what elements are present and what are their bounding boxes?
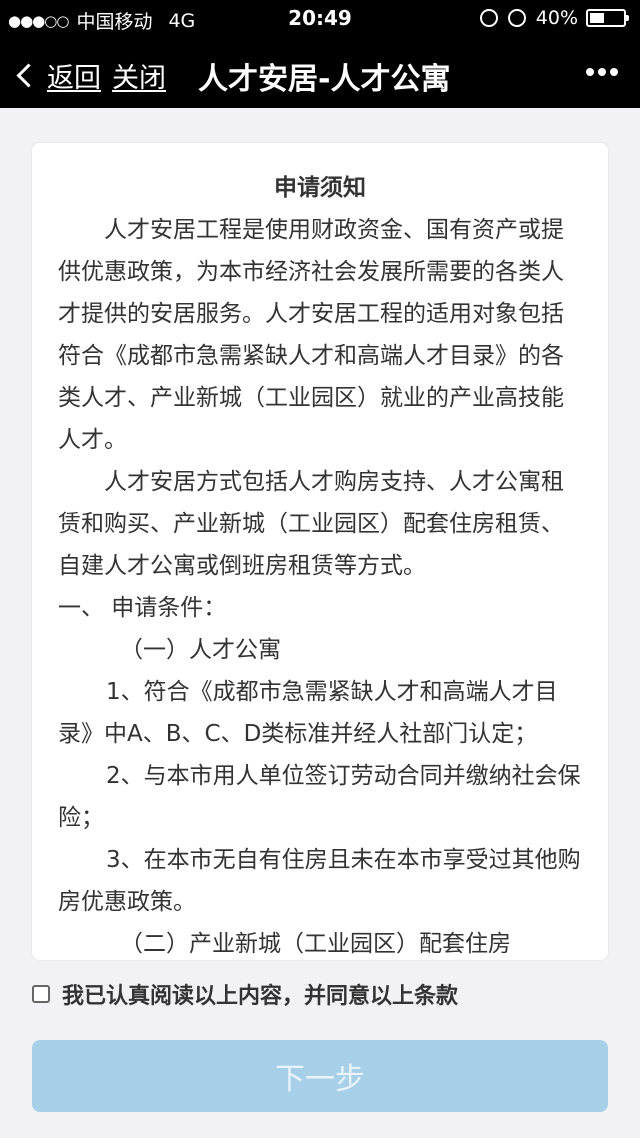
agree-checkbox[interactable] <box>32 985 50 1003</box>
close-label: 关闭 <box>112 63 166 94</box>
battery-percent: 40% <box>535 7 578 29</box>
back-button[interactable]: 返回 <box>14 56 101 95</box>
agree-checkbox-row[interactable]: 我已认真阅读以上内容，并同意以上条款 <box>32 978 458 1010</box>
subsection-heading: （一）人才公寓 <box>120 637 281 663</box>
battery-icon <box>586 9 629 27</box>
status-bar: ●●●○○ 中国移动 4G 20:49 40% <box>0 0 640 36</box>
notice-heading: 申请须知 <box>274 175 366 201</box>
condition-item: 1、符合《成都市急需紧缺人才和高端人才目录》中A、B、C、D类标准并经人社部门认… <box>58 679 558 747</box>
alarm-icon <box>507 9 526 27</box>
page-title: 人才安居-人才公寓 <box>198 62 451 97</box>
condition-item: 3、在本市无自有住房且未在本市享受过其他购房优惠政策。 <box>58 847 581 915</box>
rotation-lock-icon <box>479 9 498 27</box>
notice-body: 人才安居工程是使用财政资金、国有资产或提供优惠政策，为本市经济社会发展所需要的各… <box>32 203 608 960</box>
chevron-left-icon <box>16 63 41 88</box>
condition-item: 2、与本市用人单位签订劳动合同并缴纳社会保险； <box>58 763 581 831</box>
notice-card[interactable]: 申请须知 人才安居工程是使用财政资金、国有资产或提供优惠政策，为本市经济社会发展… <box>32 143 608 960</box>
next-step-button[interactable]: 下一步 <box>32 1040 608 1112</box>
subsection-heading: （二）产业新城（工业园区）配套住房 <box>120 931 511 957</box>
back-label: 返回 <box>47 63 101 94</box>
section-heading: 一、 申请条件： <box>58 595 227 621</box>
close-button[interactable]: 关闭 <box>112 56 166 95</box>
notice-paragraph: 人才安居方式包括人才购房支持、人才公寓租赁和购买、产业新城（工业园区）配套住房租… <box>58 469 564 579</box>
nav-bar: 返回 关闭 人才安居-人才公寓 <box>0 36 640 108</box>
agree-label: 我已认真阅读以上内容，并同意以上条款 <box>62 984 459 1009</box>
more-options-icon[interactable] <box>582 68 618 76</box>
notice-paragraph: 人才安居工程是使用财政资金、国有资产或提供优惠政策，为本市经济社会发展所需要的各… <box>58 217 564 453</box>
